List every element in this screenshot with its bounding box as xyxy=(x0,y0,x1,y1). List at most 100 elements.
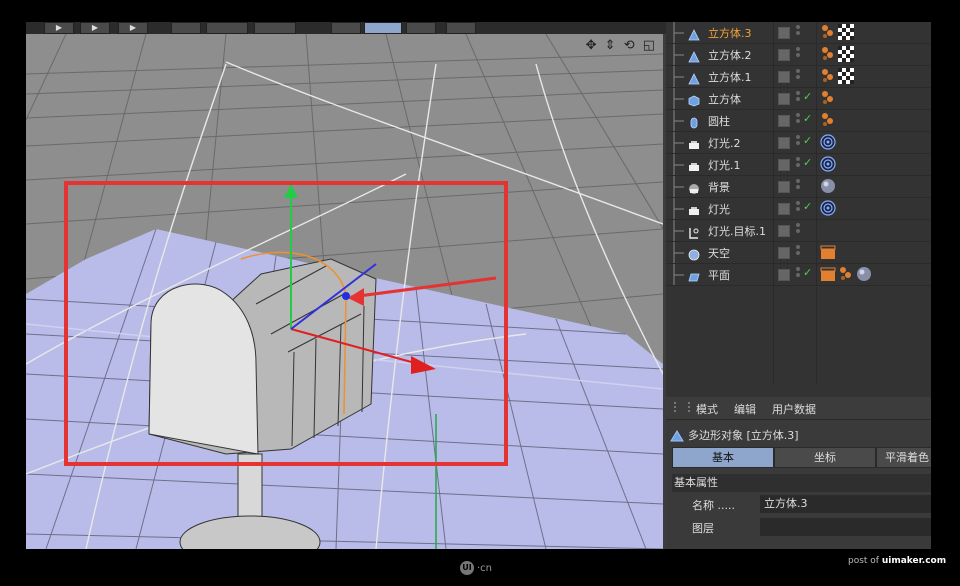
visibility-dots-icon[interactable] xyxy=(796,25,800,39)
layer-swatch-icon[interactable] xyxy=(778,27,790,39)
play-end-button[interactable]: ▶ xyxy=(118,22,148,34)
visibility-dots-icon[interactable] xyxy=(796,179,800,193)
clapper-tag-icon[interactable] xyxy=(820,244,836,264)
object-name[interactable]: 天空 xyxy=(708,245,730,261)
visibility-dots-icon[interactable] xyxy=(796,201,800,215)
visibility-dots-icon[interactable] xyxy=(796,267,800,281)
layer-swatch-icon[interactable] xyxy=(778,93,790,105)
object-name[interactable]: 立方体.1 xyxy=(708,69,752,85)
name-field[interactable]: 立方体.3 xyxy=(760,495,931,513)
checker-texture-icon[interactable] xyxy=(838,24,854,44)
object-tags xyxy=(820,24,856,40)
menu-edit[interactable]: 编辑 xyxy=(734,401,756,417)
enabled-check-icon[interactable]: ✓ xyxy=(803,90,812,103)
enabled-check-icon[interactable]: ✓ xyxy=(803,134,812,147)
clapper-tag-icon[interactable] xyxy=(820,266,836,286)
enabled-check-icon[interactable]: ✓ xyxy=(803,112,812,125)
viewport-scene xyxy=(26,34,663,549)
object-row[interactable]: 灯光.1 ✓ xyxy=(666,154,931,176)
object-name[interactable]: 圆柱 xyxy=(708,113,730,129)
sphere-material-icon[interactable] xyxy=(820,178,836,198)
object-row[interactable]: 灯光.2 ✓ xyxy=(666,132,931,154)
material-dots-icon[interactable] xyxy=(838,266,854,286)
layer-swatch-icon[interactable] xyxy=(778,269,790,281)
layer-swatch-icon[interactable] xyxy=(778,225,790,237)
object-name[interactable]: 立方体 xyxy=(708,91,741,107)
menu-user-data[interactable]: 用户数据 xyxy=(772,401,816,417)
visibility-dots-icon[interactable] xyxy=(796,157,800,171)
viewport-nav-icons[interactable]: ✥ ⇕ ⟲ ◱ xyxy=(586,38,657,53)
object-title-text: 多边形对象 [立方体.3] xyxy=(688,429,799,442)
cone-icon xyxy=(688,70,700,85)
object-row[interactable]: 灯光 ✓ xyxy=(666,198,931,220)
visibility-dots-icon[interactable] xyxy=(796,69,800,83)
target-tag-icon[interactable] xyxy=(820,156,836,176)
object-name[interactable]: 平面 xyxy=(708,267,730,283)
object-name[interactable]: 灯光.2 xyxy=(708,135,741,151)
object-name[interactable]: 灯光.目标.1 xyxy=(708,223,766,239)
3d-viewport[interactable]: ✥ ⇕ ⟲ ◱ xyxy=(26,34,663,549)
cube-tool-icon[interactable] xyxy=(331,22,361,34)
layer-swatch-icon[interactable] xyxy=(778,159,790,171)
scale-tool-icon[interactable] xyxy=(206,22,248,34)
attribute-menu-bar: 模式 编辑 用户数据 xyxy=(666,397,931,420)
grip-handle-icon[interactable] xyxy=(674,402,690,412)
checker-texture-icon[interactable] xyxy=(838,46,854,66)
material-dots-icon[interactable] xyxy=(820,90,836,110)
object-row[interactable]: 天空 xyxy=(666,242,931,264)
material-dots-icon[interactable] xyxy=(820,68,836,88)
watermark-site: uimaker.com xyxy=(881,556,947,566)
enabled-check-icon[interactable]: ✓ xyxy=(803,200,812,213)
layer-swatch-icon[interactable] xyxy=(778,49,790,61)
layer-swatch-icon[interactable] xyxy=(778,203,790,215)
play-forward-button[interactable]: ▶ xyxy=(80,22,110,34)
material-dots-icon[interactable] xyxy=(820,24,836,44)
layer-swatch-icon[interactable] xyxy=(778,115,790,127)
object-name[interactable]: 立方体.2 xyxy=(708,47,752,63)
tab-basic[interactable]: 基本 xyxy=(672,447,774,468)
object-name[interactable]: 灯光.1 xyxy=(708,157,741,173)
visibility-dots-icon[interactable] xyxy=(796,245,800,259)
menu-mode[interactable]: 模式 xyxy=(696,401,718,417)
material-dots-icon[interactable] xyxy=(820,112,836,132)
visibility-dots-icon[interactable] xyxy=(796,91,800,105)
object-row[interactable]: 立方体.1 xyxy=(666,66,931,88)
render-settings-icon[interactable] xyxy=(446,22,476,34)
object-name[interactable]: 立方体.3 xyxy=(708,25,752,41)
render-view-icon[interactable] xyxy=(406,22,436,34)
target-tag-icon[interactable] xyxy=(820,200,836,220)
layer-swatch-icon[interactable] xyxy=(778,181,790,193)
view-mode-icon[interactable] xyxy=(364,22,402,34)
object-row[interactable]: 灯光.目标.1 xyxy=(666,220,931,242)
right-panel: 立方体.3 立方体.2 立方体.1 立方体 ✓ 圆柱 ✓ 灯光.2 ✓ 灯光.1 ✓ 背景 灯光 ✓ 灯光.… xyxy=(666,22,931,549)
object-row[interactable]: 平面 ✓ xyxy=(666,264,931,286)
object-row[interactable]: 背景 xyxy=(666,176,931,198)
visibility-dots-icon[interactable] xyxy=(796,113,800,127)
material-dots-icon[interactable] xyxy=(820,46,836,66)
tab-coordinates[interactable]: 坐标 xyxy=(774,447,876,468)
visibility-dots-icon[interactable] xyxy=(796,223,800,237)
layer-field[interactable] xyxy=(760,518,931,536)
object-name[interactable]: 灯光 xyxy=(708,201,730,217)
visibility-dots-icon[interactable] xyxy=(796,135,800,149)
sphere-material-icon[interactable] xyxy=(856,266,872,286)
object-row[interactable]: 立方体.2 xyxy=(666,44,931,66)
object-row[interactable]: 立方体.3 xyxy=(666,22,931,44)
object-name[interactable]: 背景 xyxy=(708,179,730,195)
play-button[interactable]: ▶ xyxy=(44,22,74,34)
checker-texture-icon[interactable] xyxy=(838,68,854,88)
target-tag-icon[interactable] xyxy=(820,134,836,154)
tab-phong[interactable]: 平滑着色 xyxy=(876,447,931,468)
rotate-tool-icon[interactable] xyxy=(254,22,296,34)
enabled-check-icon[interactable]: ✓ xyxy=(803,156,812,169)
layer-swatch-icon[interactable] xyxy=(778,247,790,259)
tree-connector xyxy=(670,110,684,131)
layer-swatch-icon[interactable] xyxy=(778,137,790,149)
tree-connector xyxy=(670,176,684,197)
enabled-check-icon[interactable]: ✓ xyxy=(803,266,812,279)
object-row[interactable]: 立方体 ✓ xyxy=(666,88,931,110)
object-row[interactable]: 圆柱 ✓ xyxy=(666,110,931,132)
layer-swatch-icon[interactable] xyxy=(778,71,790,83)
visibility-dots-icon[interactable] xyxy=(796,47,800,61)
move-tool-icon[interactable] xyxy=(171,22,201,34)
